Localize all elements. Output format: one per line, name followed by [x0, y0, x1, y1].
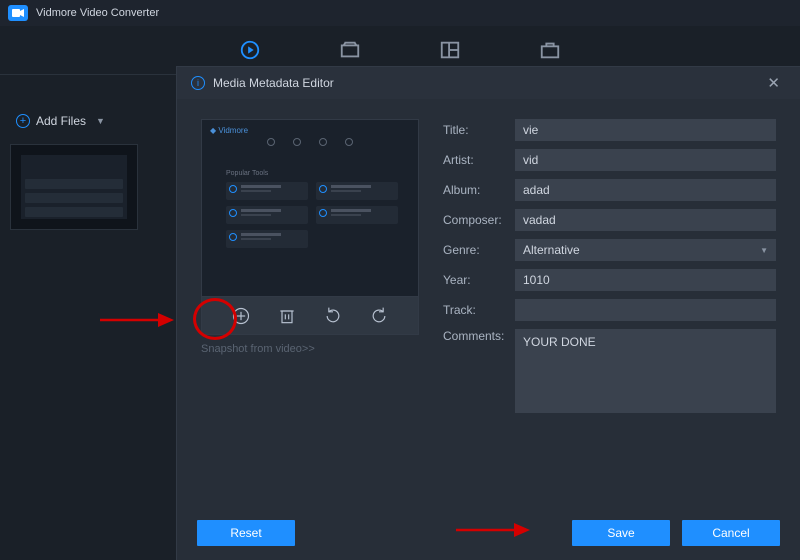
comments-input[interactable] — [515, 329, 776, 413]
nav-mv-icon[interactable] — [339, 39, 361, 61]
album-input[interactable] — [515, 179, 776, 201]
add-image-icon[interactable] — [231, 306, 251, 326]
add-files-button[interactable]: + Add Files ▼ — [10, 110, 158, 132]
snapshot-link[interactable]: Snapshot from video>> — [201, 343, 419, 355]
title-bar: Vidmore Video Converter — [0, 0, 800, 26]
artist-input[interactable] — [515, 149, 776, 171]
composer-input[interactable] — [515, 209, 776, 231]
metadata-editor-modal: i Media Metadata Editor ✕ ◆ Vidmore Popu… — [176, 66, 800, 560]
rotate-right-icon[interactable] — [369, 306, 389, 326]
save-button[interactable]: Save — [572, 520, 670, 546]
app-title: Vidmore Video Converter — [36, 7, 159, 19]
nav-convert-icon[interactable] — [239, 39, 261, 61]
rotate-left-icon[interactable] — [323, 306, 343, 326]
nav-toolbox-icon[interactable] — [539, 39, 561, 61]
metadata-form: Title: Artist: Album: Composer: Genre: A… — [443, 119, 776, 504]
left-panel: + Add Files ▼ — [0, 96, 168, 244]
preview-toolbar — [201, 297, 419, 335]
info-icon: i — [191, 76, 205, 90]
modal-title: Media Metadata Editor — [213, 76, 761, 90]
delete-icon[interactable] — [277, 306, 297, 326]
artist-label: Artist: — [443, 153, 515, 167]
reset-button[interactable]: Reset — [197, 520, 295, 546]
title-label: Title: — [443, 123, 515, 137]
app-logo-icon — [8, 5, 28, 21]
annotation-arrow-1 — [98, 310, 176, 330]
cancel-button[interactable]: Cancel — [682, 520, 780, 546]
preview-image: ◆ Vidmore Popular Tools — [201, 119, 419, 297]
year-label: Year: — [443, 273, 515, 287]
title-input[interactable] — [515, 119, 776, 141]
chevron-down-icon: ▼ — [96, 116, 105, 126]
add-files-label: Add Files — [36, 114, 86, 128]
track-input[interactable] — [515, 299, 776, 321]
modal-header: i Media Metadata Editor ✕ — [177, 67, 800, 99]
nav-collage-icon[interactable] — [439, 39, 461, 61]
close-icon[interactable]: ✕ — [761, 72, 786, 94]
modal-footer: Reset Save Cancel — [177, 514, 800, 560]
album-label: Album: — [443, 183, 515, 197]
video-thumbnail[interactable] — [10, 144, 138, 230]
genre-select[interactable]: Alternative — [515, 239, 776, 261]
comments-label: Comments: — [443, 329, 515, 343]
track-label: Track: — [443, 303, 515, 317]
plus-icon: + — [16, 114, 30, 128]
preview-column: ◆ Vidmore Popular Tools — [201, 119, 419, 504]
genre-label: Genre: — [443, 243, 515, 257]
year-input[interactable] — [515, 269, 776, 291]
composer-label: Composer: — [443, 213, 515, 227]
